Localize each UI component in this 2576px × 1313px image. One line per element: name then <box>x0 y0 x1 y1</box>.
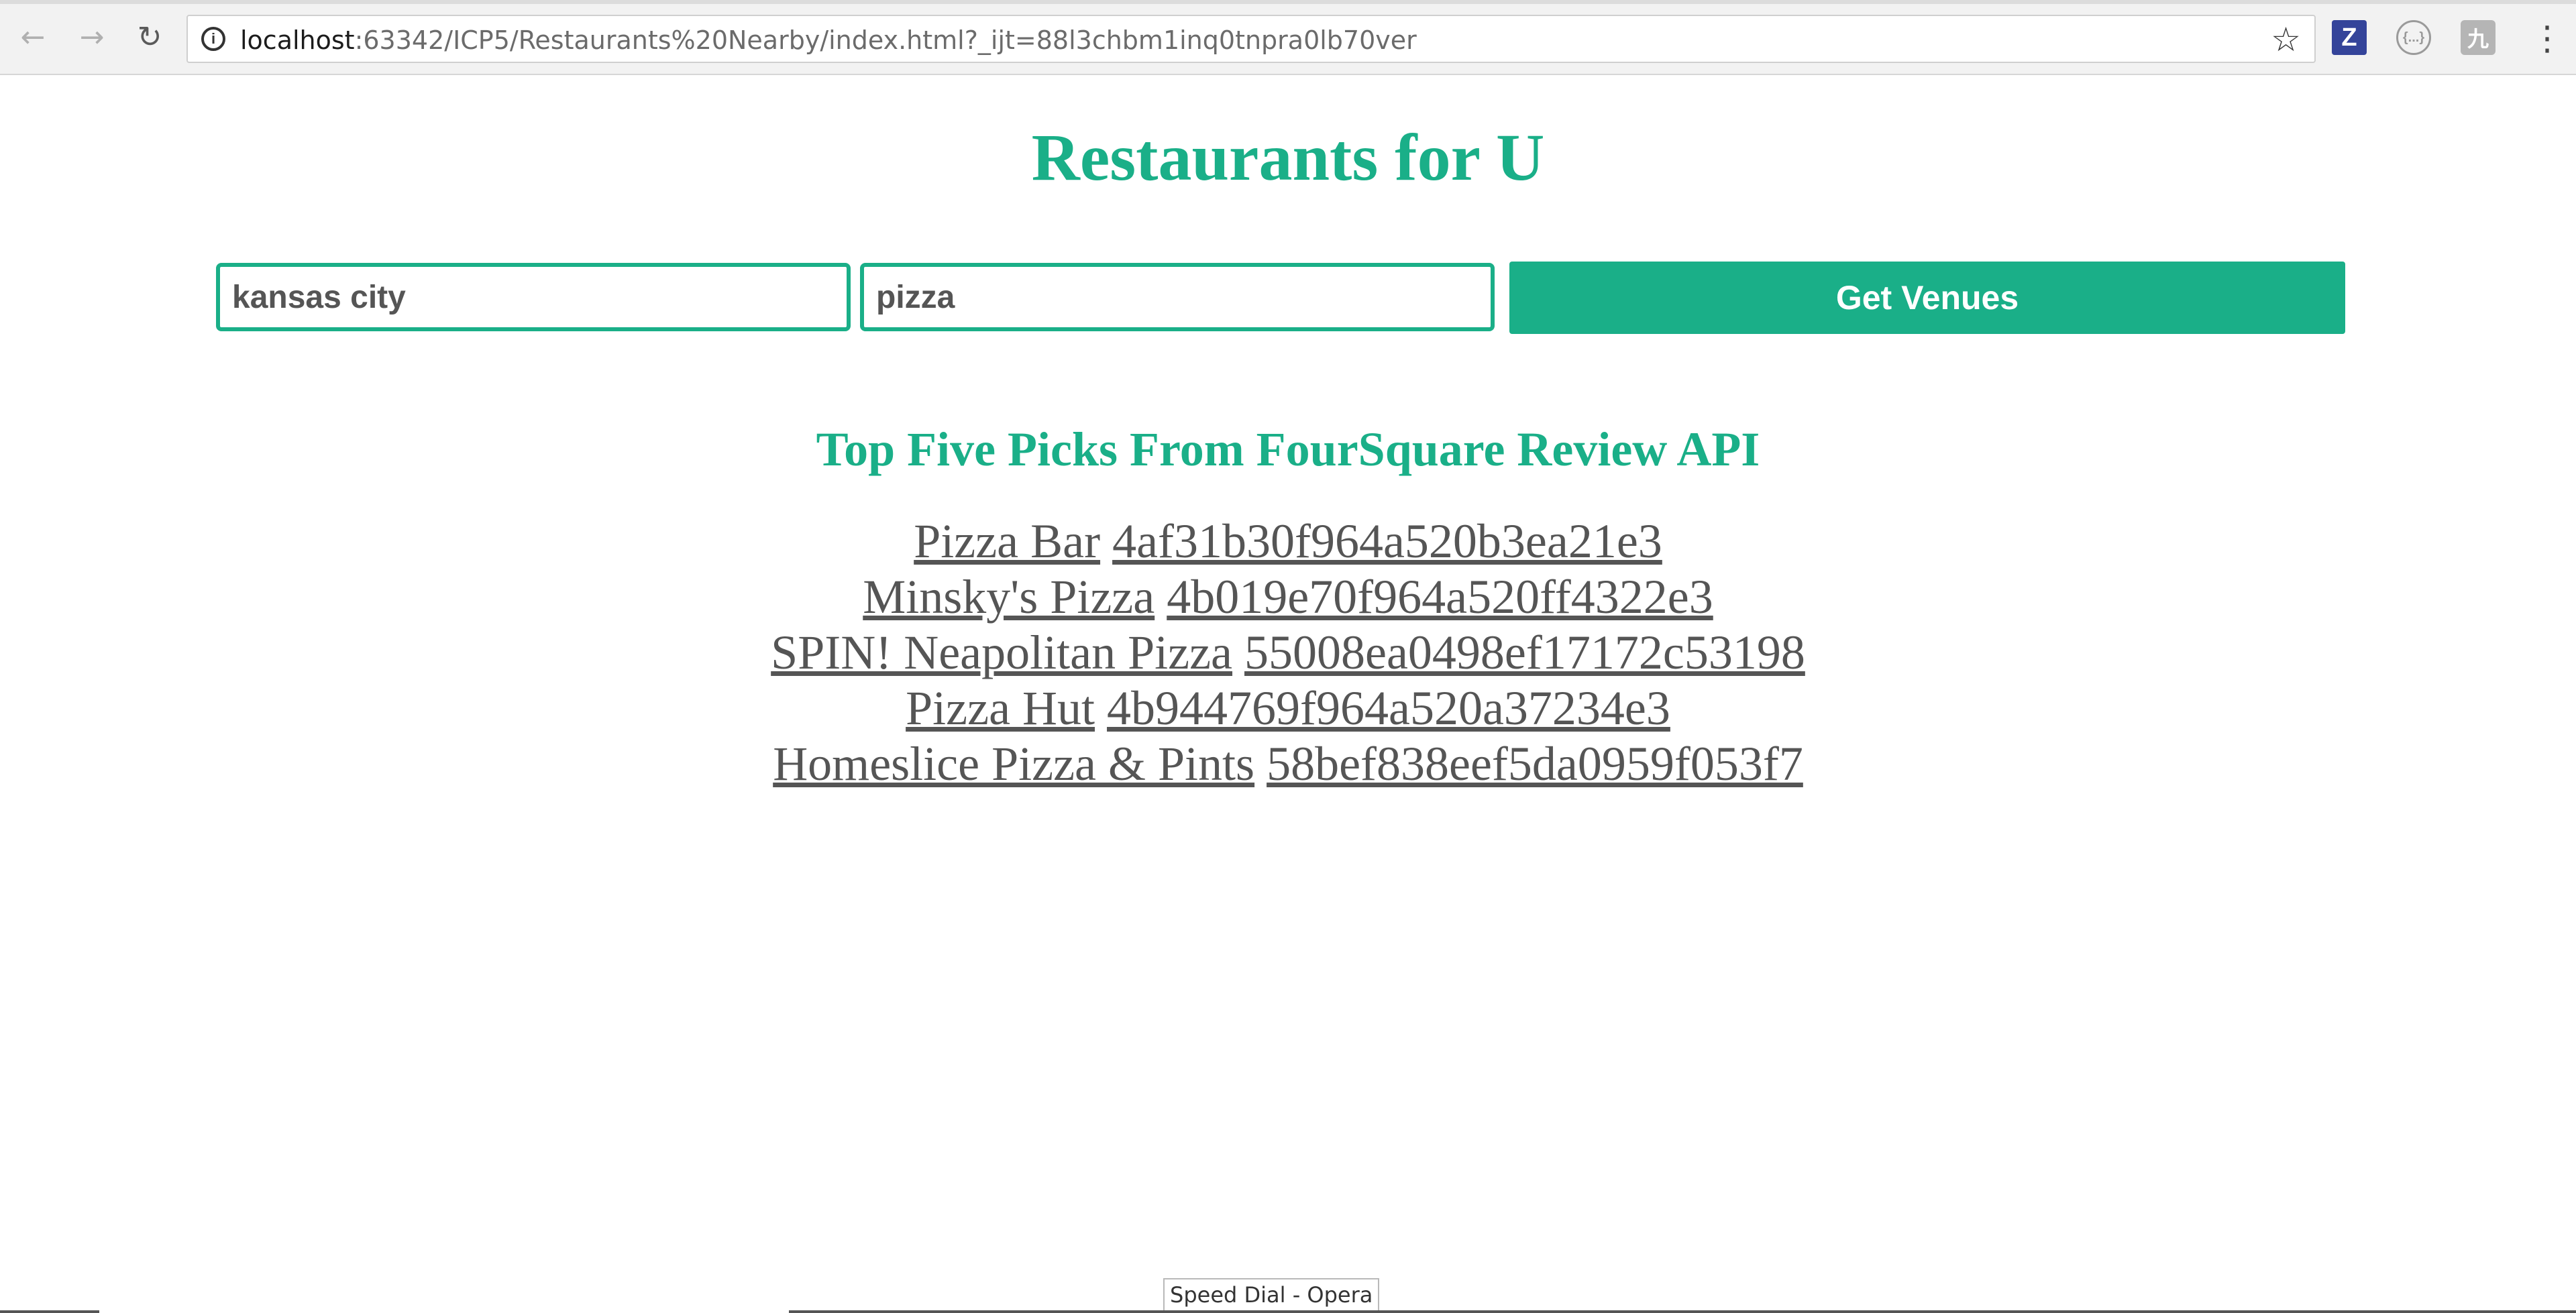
taskbar-edge <box>789 1310 2576 1313</box>
browser-toolbar: ← → ↻ i localhost:63342/ICP5/Restaurants… <box>0 0 2576 75</box>
z-extension-icon[interactable]: Z <box>2332 20 2367 55</box>
code-extension-icon[interactable]: {...} <box>2396 20 2431 55</box>
list-item: Homeslice Pizza & Pints 58bef838eef5da09… <box>0 736 2576 792</box>
results-title: Top Five Picks From FourSquare Review AP… <box>816 422 1760 476</box>
info-icon[interactable]: i <box>201 27 225 51</box>
page-title: Restaurants for U <box>1031 120 1545 194</box>
venue-name-link[interactable]: Homeslice Pizza & Pints <box>773 737 1254 791</box>
query-input[interactable] <box>860 263 1495 331</box>
get-venues-button[interactable]: Get Venues <box>1509 262 2345 334</box>
gray-extension-icon[interactable]: 九 <box>2461 20 2496 55</box>
city-input[interactable] <box>216 263 851 331</box>
address-bar[interactable]: i localhost:63342/ICP5/Restaurants%20Nea… <box>186 15 2316 63</box>
venue-name-link[interactable]: Pizza Hut <box>906 681 1095 735</box>
url-path: :63342/ICP5/Restaurants%20Nearby/index.h… <box>354 25 1417 55</box>
venue-id-link[interactable]: 4b019e70f964a520ff4322e3 <box>1167 570 1713 624</box>
bookmark-star-icon[interactable]: ☆ <box>2271 20 2301 59</box>
venue-name-link[interactable]: SPIN! Neapolitan Pizza <box>771 626 1232 679</box>
list-item: SPIN! Neapolitan Pizza 55008ea0498ef1717… <box>0 625 2576 681</box>
url-text[interactable]: localhost:63342/ICP5/Restaurants%20Nearb… <box>240 24 1417 56</box>
venue-id-link[interactable]: 4b944769f964a520a37234e3 <box>1107 681 1670 735</box>
back-arrow-icon[interactable]: ← <box>13 17 52 56</box>
results-list: Pizza Bar 4af31b30f964a520b3ea21e3 Minsk… <box>0 514 2576 792</box>
url-host: localhost <box>240 25 355 55</box>
menu-kebab-icon[interactable]: ⋮ <box>2530 15 2564 62</box>
venue-name-link[interactable]: Pizza Bar <box>914 514 1100 568</box>
venue-name-link[interactable]: Minsky's Pizza <box>863 570 1155 624</box>
list-item: Pizza Bar 4af31b30f964a520b3ea21e3 <box>0 514 2576 569</box>
tab-strip <box>0 0 2576 4</box>
reload-icon[interactable]: ↻ <box>130 17 169 56</box>
venue-id-link[interactable]: 4af31b30f964a520b3ea21e3 <box>1112 514 1662 568</box>
status-tooltip: Speed Dial - Opera <box>1163 1278 1380 1312</box>
venue-id-link[interactable]: 55008ea0498ef17172c53198 <box>1244 626 1805 679</box>
list-item: Minsky's Pizza 4b019e70f964a520ff4322e3 <box>0 569 2576 625</box>
list-item: Pizza Hut 4b944769f964a520a37234e3 <box>0 681 2576 736</box>
venue-id-link[interactable]: 58bef838eef5da0959f053f7 <box>1267 737 1803 791</box>
forward-arrow-icon[interactable]: → <box>72 17 111 56</box>
taskbar-edge <box>0 1310 99 1313</box>
